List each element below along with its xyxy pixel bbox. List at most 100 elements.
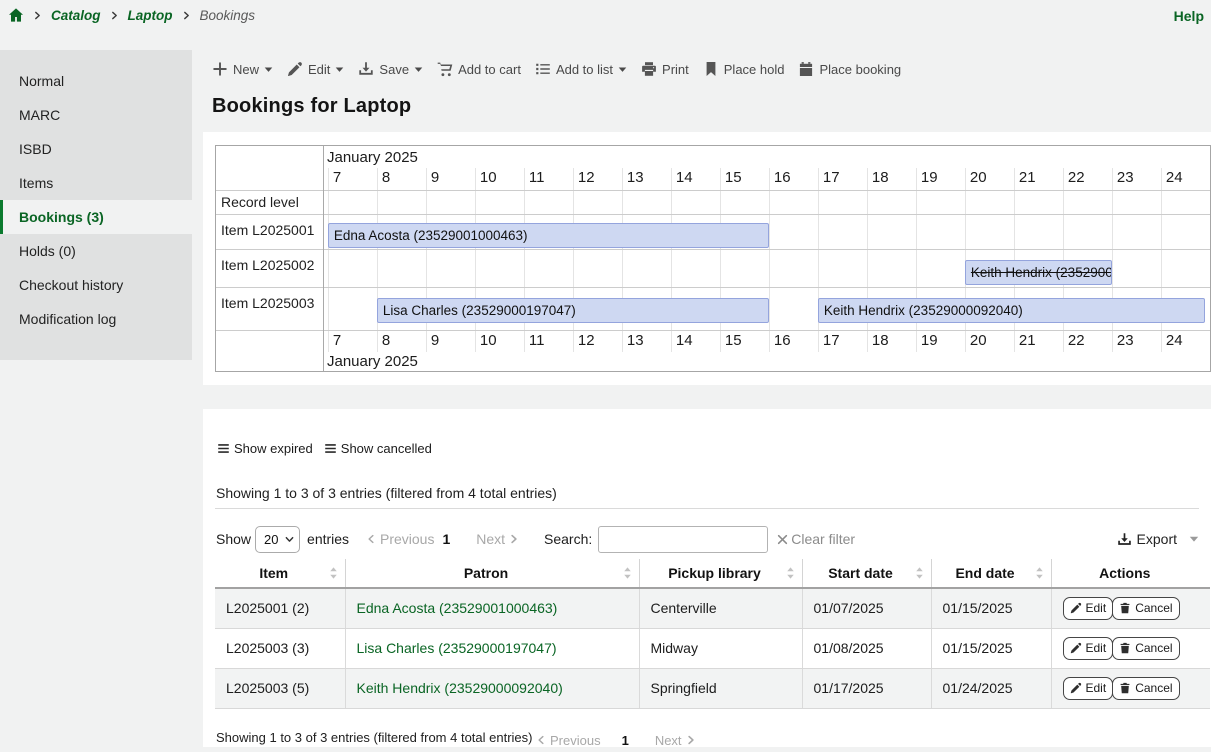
pencil-icon <box>1070 602 1082 614</box>
toolbar-button-label: Place hold <box>724 62 785 77</box>
edit-button[interactable]: Edit <box>1063 637 1114 660</box>
previous-page-button[interactable]: Previous <box>366 531 434 547</box>
plus-icon <box>212 61 228 77</box>
table-row: L2025001 (2)Edna Acosta (23529001000463)… <box>215 588 1210 628</box>
timeline-day-label-bottom: 24 <box>1166 332 1183 349</box>
bookmark-icon <box>703 61 719 77</box>
calendar-icon <box>798 61 814 77</box>
toolbar-button-add-to-list[interactable]: Add to list <box>535 61 627 77</box>
sidebar-item-checkout-history[interactable]: Checkout history <box>0 268 192 302</box>
timeline-day-label-top: 17 <box>823 169 840 186</box>
column-header-pickup-library[interactable]: Pickup library <box>639 559 802 588</box>
toolbar-button-label: Save <box>379 62 409 77</box>
export-label: Export <box>1137 531 1177 547</box>
home-icon[interactable] <box>8 7 24 23</box>
page-number[interactable]: 1 <box>622 733 629 748</box>
filter-button-show-cancelled[interactable]: Show cancelled <box>324 441 432 456</box>
edit-button[interactable]: Edit <box>1063 597 1114 620</box>
export-button[interactable]: Export <box>1117 531 1177 547</box>
column-header-end-date[interactable]: End date <box>931 559 1051 588</box>
patron-link[interactable]: Lisa Charles (23529000197047) <box>357 640 557 656</box>
sidebar-item-normal[interactable]: Normal <box>0 64 192 98</box>
timeline-day-label-bottom: 9 <box>431 332 439 349</box>
timeline-month-label-top: January 2025 <box>327 149 418 166</box>
cancel-button[interactable]: Cancel <box>1112 637 1179 660</box>
timeline-booking-item[interactable]: Edna Acosta (23529001000463) <box>328 223 769 248</box>
pencil-icon <box>287 61 303 77</box>
timeline-booking-item[interactable]: Lisa Charles (23529000197047) <box>377 298 769 323</box>
sidebar-item-holds[interactable]: Holds (0) <box>0 234 192 268</box>
table-row: L2025003 (3)Lisa Charles (23529000197047… <box>215 628 1210 668</box>
column-header-item[interactable]: Item <box>215 559 345 588</box>
help-link[interactable]: Help <box>1174 8 1204 24</box>
toolbar-button-edit[interactable]: Edit <box>287 61 344 77</box>
timeline-gridline <box>916 168 917 352</box>
cell-patron: Keith Hendrix (23529000092040) <box>345 668 639 708</box>
sort-icon[interactable] <box>623 567 632 580</box>
cell-start-date: 01/17/2025 <box>802 668 931 708</box>
timeline-day-label-top: 21 <box>1019 169 1036 186</box>
cancel-button[interactable]: Cancel <box>1112 677 1179 700</box>
column-header-patron[interactable]: Patron <box>345 559 639 588</box>
filter-button-show-expired[interactable]: Show expired <box>217 441 313 456</box>
breadcrumb: CatalogLaptopBookings <box>8 7 255 23</box>
next-page-button[interactable]: Next <box>655 733 696 748</box>
timeline-booking-item[interactable]: Keith Hendrix (23529000092040) <box>965 260 1112 285</box>
timeline-day-label-bottom: 11 <box>529 332 545 349</box>
caret-down-icon[interactable] <box>1189 534 1199 544</box>
timeline-group-label: Item L2025002 <box>221 257 314 273</box>
column-header-start-date[interactable]: Start date <box>802 559 931 588</box>
timeline-gridline <box>426 168 427 352</box>
sort-icon[interactable] <box>1035 567 1044 580</box>
sidebar-item-bookings[interactable]: Bookings (3) <box>0 200 192 234</box>
sidebar-item-items[interactable]: Items <box>0 166 192 200</box>
timeline-day-label-bottom: 16 <box>774 332 791 349</box>
timeline-day-label-bottom: 8 <box>382 332 390 349</box>
timeline-day-label-bottom: 23 <box>1117 332 1134 349</box>
timeline-day-label-bottom: 21 <box>1019 332 1036 349</box>
caret-down-icon <box>264 65 273 74</box>
toolbar-button-place-hold[interactable]: Place hold <box>703 61 785 77</box>
breadcrumb-link[interactable]: Laptop <box>128 8 173 23</box>
show-label: Show <box>216 531 251 547</box>
previous-label: Previous <box>380 531 434 547</box>
timeline-day-label-top: 7 <box>333 169 341 186</box>
chevron-right-icon <box>686 735 696 745</box>
cell-item: L2025003 (5) <box>215 668 345 708</box>
search-input[interactable] <box>598 526 768 553</box>
cancel-button[interactable]: Cancel <box>1112 597 1179 620</box>
table-footer-info: Showing 1 to 3 of 3 entries (filtered fr… <box>216 730 533 745</box>
koha-bookings-page: { "colors": { "accent_green": "#0a6524",… <box>0 0 1211 747</box>
timeline-booking-item[interactable]: Keith Hendrix (23529000092040) <box>818 298 1205 323</box>
next-label: Next <box>476 531 505 547</box>
timeline-day-label-top: 18 <box>872 169 889 186</box>
patron-link[interactable]: Edna Acosta (23529001000463) <box>357 600 558 616</box>
timeline-day-label-bottom: 14 <box>676 332 693 349</box>
toolbar-button-print[interactable]: Print <box>641 61 689 77</box>
breadcrumb-link[interactable]: Catalog <box>51 8 101 23</box>
sidebar-item-isbd[interactable]: ISBD <box>0 132 192 166</box>
toolbar-button-save[interactable]: Save <box>358 61 423 77</box>
cell-pickup-library: Centerville <box>639 588 802 628</box>
sort-icon[interactable] <box>329 567 338 580</box>
toolbar-button-new[interactable]: New <box>212 61 273 77</box>
sort-icon[interactable] <box>786 567 795 580</box>
timeline-gridline <box>720 168 721 352</box>
sidebar-item-modification-log[interactable]: Modification log <box>0 302 192 336</box>
edit-button[interactable]: Edit <box>1063 677 1114 700</box>
sidebar-item-marc[interactable]: MARC <box>0 98 192 132</box>
next-page-button[interactable]: Next <box>476 531 519 547</box>
sort-icon[interactable] <box>915 567 924 580</box>
clear-filter-button[interactable]: Clear filter <box>777 531 855 547</box>
toolbar-button-label: Add to cart <box>458 62 521 77</box>
page-number[interactable]: 1 <box>442 531 450 547</box>
toolbar-button-add-to-cart[interactable]: Add to cart <box>437 61 521 77</box>
previous-page-button[interactable]: Previous <box>536 733 601 748</box>
patron-link[interactable]: Keith Hendrix (23529000092040) <box>357 680 563 696</box>
cart-icon <box>437 61 453 77</box>
search-control: Search: Clear filter <box>544 525 855 553</box>
caret-down-icon <box>335 65 344 74</box>
page-length-select[interactable]: 20 <box>255 526 300 553</box>
toolbar-button-place-booking[interactable]: Place booking <box>798 61 901 77</box>
export-control: Export <box>1117 525 1199 553</box>
